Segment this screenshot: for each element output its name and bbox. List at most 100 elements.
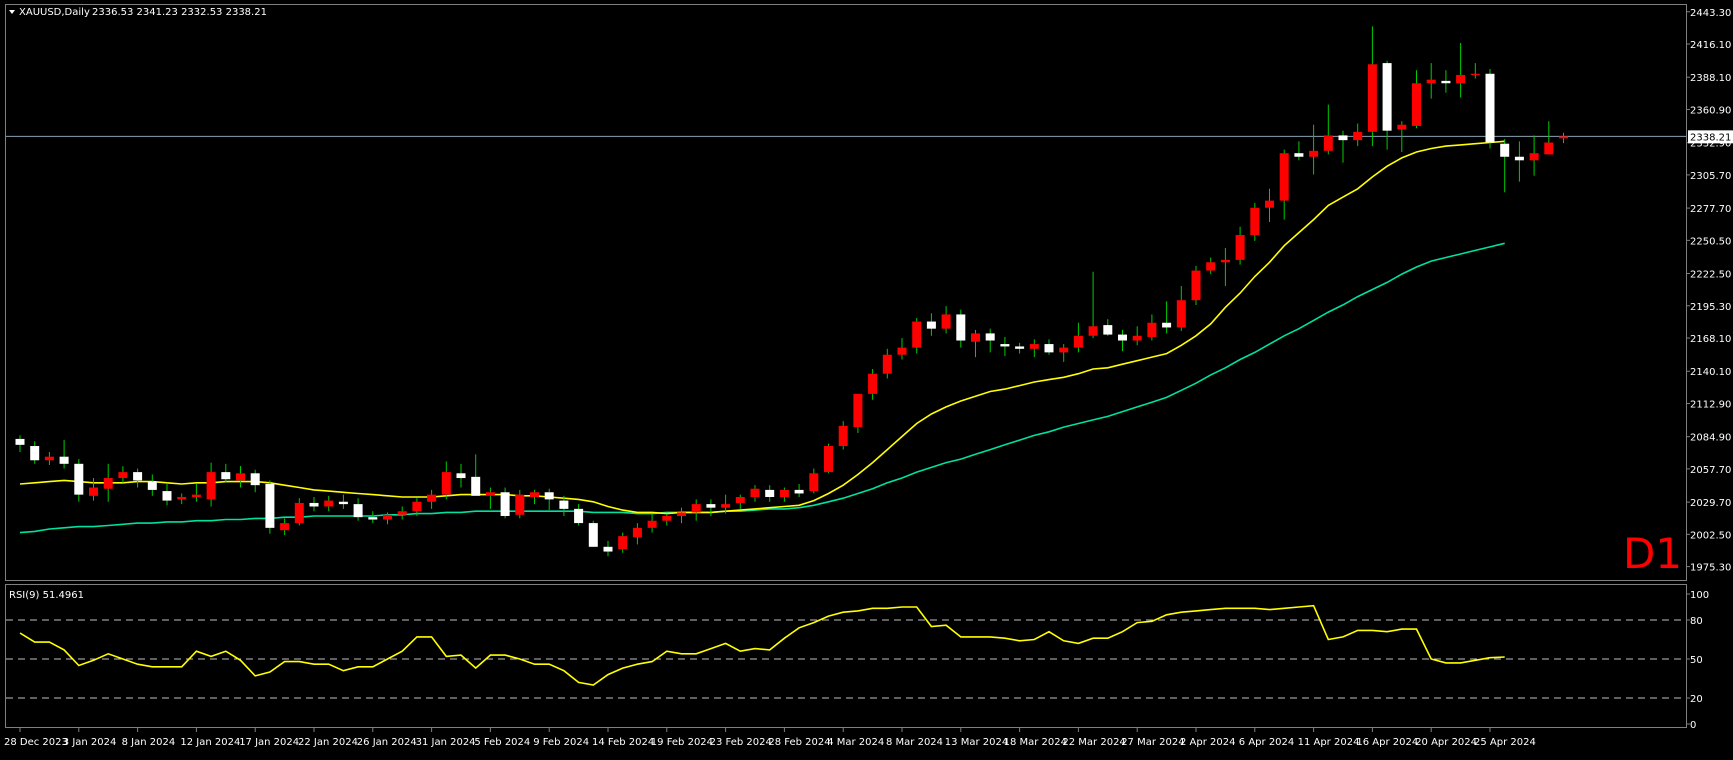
candle-body bbox=[1221, 260, 1230, 262]
time-tick-label: 6 Apr 2024 bbox=[1239, 737, 1294, 748]
candle-body bbox=[648, 521, 657, 528]
candle-body bbox=[310, 503, 319, 507]
chart-background bbox=[0, 0, 1733, 756]
time-tick-label: 27 Mar 2024 bbox=[1121, 737, 1184, 748]
ohlc-readout: 2336.53 2341.23 2332.53 2338.21 bbox=[92, 7, 267, 18]
price-tag-label: 2338.21 bbox=[1690, 132, 1731, 143]
candle-body bbox=[765, 490, 774, 497]
time-tick-label: 28 Feb 2024 bbox=[768, 737, 830, 748]
price-tick-label: 2388.10 bbox=[1690, 73, 1731, 84]
candle-body bbox=[515, 495, 524, 515]
candle-body bbox=[89, 488, 98, 496]
candle-body bbox=[1368, 64, 1377, 132]
time-tick-label: 12 Jan 2024 bbox=[180, 737, 240, 748]
timeframe-label: D1 bbox=[1623, 529, 1682, 578]
candle-body bbox=[898, 348, 907, 355]
candle-body bbox=[1206, 262, 1215, 270]
candle bbox=[265, 480, 274, 533]
time-tick-label: 26 Jan 2024 bbox=[357, 737, 417, 748]
price-tick-label: 2222.50 bbox=[1690, 270, 1731, 281]
candle-body bbox=[368, 517, 377, 519]
candle-body bbox=[956, 314, 965, 340]
candle-body bbox=[457, 473, 466, 478]
candle-body bbox=[1559, 136, 1568, 138]
price-tick-label: 2443.30 bbox=[1690, 8, 1731, 19]
time-tick-label: 2 Apr 2024 bbox=[1180, 737, 1235, 748]
symbol-label: XAUUSD,Daily bbox=[19, 7, 90, 18]
time-tick-label: 25 Apr 2024 bbox=[1474, 737, 1536, 748]
time-tick-label: 22 Jan 2024 bbox=[298, 737, 358, 748]
candle-body bbox=[1353, 132, 1362, 140]
candle-body bbox=[442, 472, 451, 495]
candle-body bbox=[163, 491, 172, 500]
price-tick-label: 2277.70 bbox=[1690, 204, 1731, 215]
candle-body bbox=[1192, 271, 1201, 301]
time-tick-label: 9 Feb 2024 bbox=[533, 737, 589, 748]
trading-chart-window[interactable]: 2443.302416.102388.102360.902332.902305.… bbox=[0, 0, 1733, 756]
time-tick-label: 31 Jan 2024 bbox=[416, 737, 476, 748]
candle-body bbox=[486, 492, 495, 496]
chart-header: XAUUSD,Daily 2336.53 2341.23 2332.53 233… bbox=[9, 7, 267, 18]
chart-canvas[interactable]: 2443.302416.102388.102360.902332.902305.… bbox=[0, 0, 1733, 756]
candle-body bbox=[265, 484, 274, 528]
candle-body bbox=[236, 473, 245, 480]
candle-body bbox=[207, 472, 216, 499]
candle-body bbox=[692, 504, 701, 512]
time-tick-label: 20 Apr 2024 bbox=[1415, 737, 1477, 748]
candle-body bbox=[1383, 63, 1392, 131]
time-tick-label: 4 Mar 2024 bbox=[827, 737, 884, 748]
candle-body bbox=[104, 478, 113, 489]
candle-body bbox=[1133, 336, 1142, 341]
candle-body bbox=[412, 502, 421, 511]
candle-body bbox=[383, 515, 392, 520]
candle-body bbox=[1280, 153, 1289, 200]
time-tick-label: 23 Feb 2024 bbox=[710, 737, 772, 748]
price-tick-label: 2168.10 bbox=[1690, 334, 1731, 345]
rsi-tick-label: 80 bbox=[1690, 616, 1703, 627]
candle-body bbox=[221, 472, 230, 479]
candle-body bbox=[295, 503, 304, 523]
candle-body bbox=[1045, 344, 1054, 352]
candle-body bbox=[706, 504, 715, 508]
candle-body bbox=[1515, 157, 1524, 161]
time-tick-label: 5 Feb 2024 bbox=[474, 737, 530, 748]
candle-body bbox=[883, 355, 892, 374]
time-tick-label: 17 Jan 2024 bbox=[239, 737, 299, 748]
candle-body bbox=[1471, 74, 1480, 75]
price-tick-label: 2084.90 bbox=[1690, 433, 1731, 444]
candle-body bbox=[1397, 125, 1406, 130]
price-tick-label: 2250.50 bbox=[1690, 236, 1731, 247]
time-tick-label: 18 Mar 2024 bbox=[1004, 737, 1067, 748]
candle-body bbox=[604, 547, 613, 552]
candle-body bbox=[1030, 344, 1039, 349]
candle-body bbox=[927, 322, 936, 329]
price-tick-label: 2416.10 bbox=[1690, 40, 1731, 51]
candle-body bbox=[1500, 144, 1509, 157]
candle-body bbox=[280, 523, 289, 530]
candle-body bbox=[1441, 81, 1450, 83]
candle-body bbox=[1486, 74, 1495, 143]
candle-body bbox=[60, 457, 69, 464]
candle-body bbox=[1015, 346, 1024, 348]
time-tick-label: 11 Apr 2024 bbox=[1298, 737, 1360, 748]
candle-body bbox=[912, 322, 921, 348]
candle-body bbox=[1456, 75, 1465, 83]
candle-body bbox=[30, 446, 39, 460]
candle-body bbox=[986, 333, 995, 340]
time-tick-label: 13 Mar 2024 bbox=[945, 737, 1008, 748]
candle-body bbox=[868, 374, 877, 394]
candle-body bbox=[1309, 151, 1318, 157]
rsi-tick-label: 20 bbox=[1690, 694, 1703, 705]
candle-body bbox=[118, 472, 127, 478]
candle-body bbox=[251, 473, 260, 485]
candle-body bbox=[824, 446, 833, 472]
time-tick-label: 16 Apr 2024 bbox=[1356, 737, 1418, 748]
rsi-tick-label: 0 bbox=[1690, 720, 1696, 731]
candle-body bbox=[1059, 348, 1068, 353]
candle-body bbox=[16, 439, 25, 445]
price-tick-label: 2029.70 bbox=[1690, 498, 1731, 509]
candle-body bbox=[633, 528, 642, 537]
candle-body bbox=[1530, 153, 1539, 160]
candle-body bbox=[1103, 325, 1112, 334]
candle-body bbox=[574, 509, 583, 523]
